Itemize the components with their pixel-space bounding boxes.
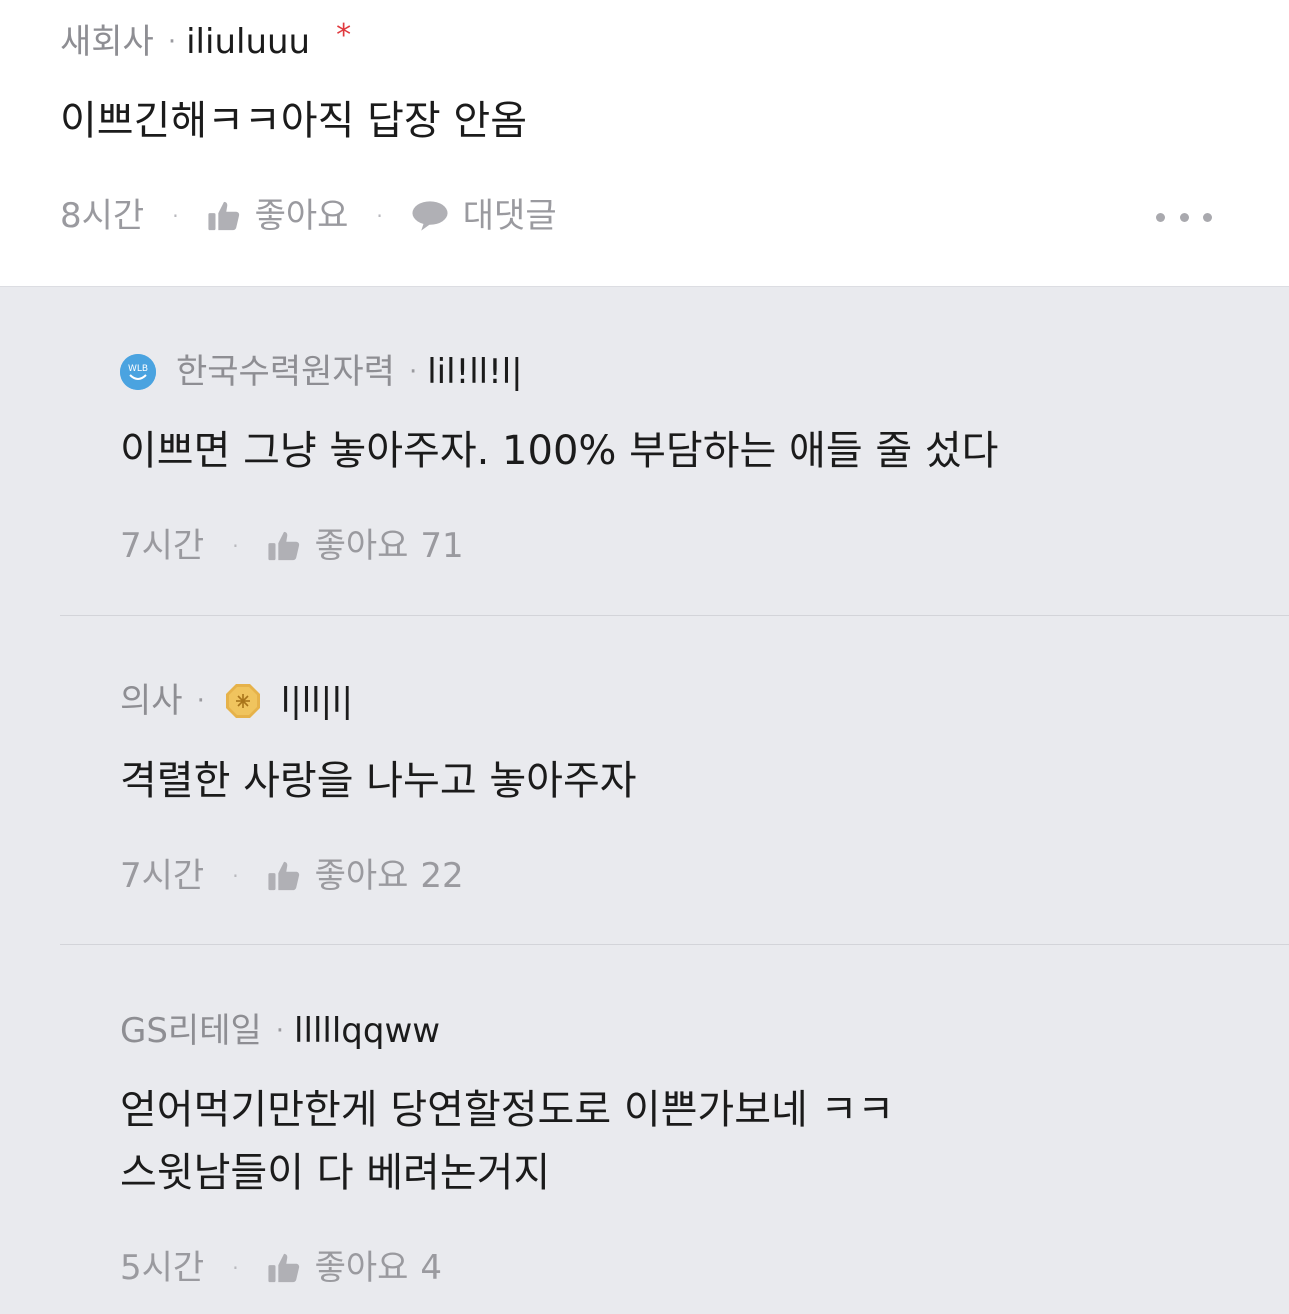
like-label: 좋아요 <box>314 856 409 896</box>
reply-time: 5시간 <box>120 1248 205 1288</box>
company-name: 의사 <box>120 681 183 721</box>
wlb-badge-text: WLB <box>128 364 148 374</box>
reply-meta: 의사 · l|ll|l| <box>120 681 353 721</box>
like-label: 좋아요 <box>314 526 409 566</box>
meta-separator: · <box>196 686 205 716</box>
more-horizontal-icon[interactable] <box>1156 206 1212 228</box>
reply-button[interactable]: 대댓글 <box>411 196 557 236</box>
reply-time: 7시간 <box>120 526 205 566</box>
thumbs-up-icon <box>267 531 299 561</box>
reply-divider <box>60 944 1289 945</box>
nickname[interactable]: l|ll|l| <box>281 681 353 721</box>
required-mark: * <box>336 18 352 53</box>
comment-time: 8시간 <box>60 196 145 236</box>
action-separator: · <box>232 864 239 888</box>
reply-text: 이쁘면 그냥 놓아주자. 100% 부담하는 애들 줄 섰다 <box>120 428 999 474</box>
reply-meta: GS리테일 · lllllqqww <box>120 1011 440 1051</box>
reply-label: 대댓글 <box>462 196 557 236</box>
reply-time: 7시간 <box>120 856 205 896</box>
meta-separator: · <box>167 27 177 57</box>
nickname[interactable]: lllllqqww <box>294 1011 440 1051</box>
top-comment: 새회사 · iliuluuu * 이쁘긴해ㅋㅋ아직 답장 안옴 8시간 · 좋아… <box>0 0 1289 286</box>
action-separator: · <box>232 534 239 558</box>
reply-text-line-2: 스윗남들이 다 베려논거지 <box>120 1150 551 1196</box>
thumbs-up-icon <box>267 861 299 891</box>
reply-divider <box>60 615 1289 616</box>
thumbs-up-icon <box>207 201 239 231</box>
like-button[interactable]: 좋아요 4 <box>267 1248 442 1288</box>
company-name: GS리테일 <box>120 1011 262 1051</box>
action-separator: · <box>172 204 179 228</box>
meta-separator: · <box>408 357 418 387</box>
reply-text-line-1: 얻어먹기만한게 당연할정도로 이쁜가보네 ㅋㅋ <box>120 1087 895 1133</box>
like-label: 좋아요 <box>314 1248 409 1288</box>
comment-meta: 새회사 · iliuluuu * <box>60 18 351 62</box>
like-label: 좋아요 <box>254 196 349 236</box>
meta-separator: · <box>275 1016 285 1046</box>
reply-actions: 7시간 · 좋아요 71 <box>120 526 464 566</box>
company-name: 새회사 <box>60 22 154 62</box>
reply-text: 격렬한 사랑을 나누고 놓아주자 <box>120 758 637 804</box>
gold-octagon-badge-icon <box>225 683 261 719</box>
like-count: 22 <box>420 856 464 896</box>
reply-meta: WLB 한국수력원자력 · lil!ll!l| <box>120 352 523 392</box>
thumbs-up-icon <box>267 1253 299 1283</box>
like-count: 4 <box>420 1248 443 1288</box>
company-name: 한국수력원자력 <box>176 352 395 392</box>
action-separator: · <box>232 1256 239 1280</box>
wlb-badge-icon: WLB <box>120 354 156 390</box>
action-separator: · <box>376 204 383 228</box>
comment-text: 이쁘긴해ㅋㅋ아직 답장 안옴 <box>60 98 528 144</box>
like-count: 71 <box>420 526 464 566</box>
nickname[interactable]: lil!ll!l| <box>427 352 522 392</box>
speech-bubble-icon <box>412 201 448 231</box>
nickname[interactable]: iliuluuu <box>186 22 310 62</box>
like-button[interactable]: 좋아요 22 <box>267 856 464 896</box>
reply-actions: 7시간 · 좋아요 22 <box>120 856 464 896</box>
comment-actions: 8시간 · 좋아요 · 대댓글 <box>60 196 557 236</box>
wlb-smile-icon: WLB <box>120 354 156 390</box>
reply-actions: 5시간 · 좋아요 4 <box>120 1248 442 1288</box>
like-button[interactable]: 좋아요 71 <box>267 526 464 566</box>
like-button[interactable]: 좋아요 <box>207 196 349 236</box>
